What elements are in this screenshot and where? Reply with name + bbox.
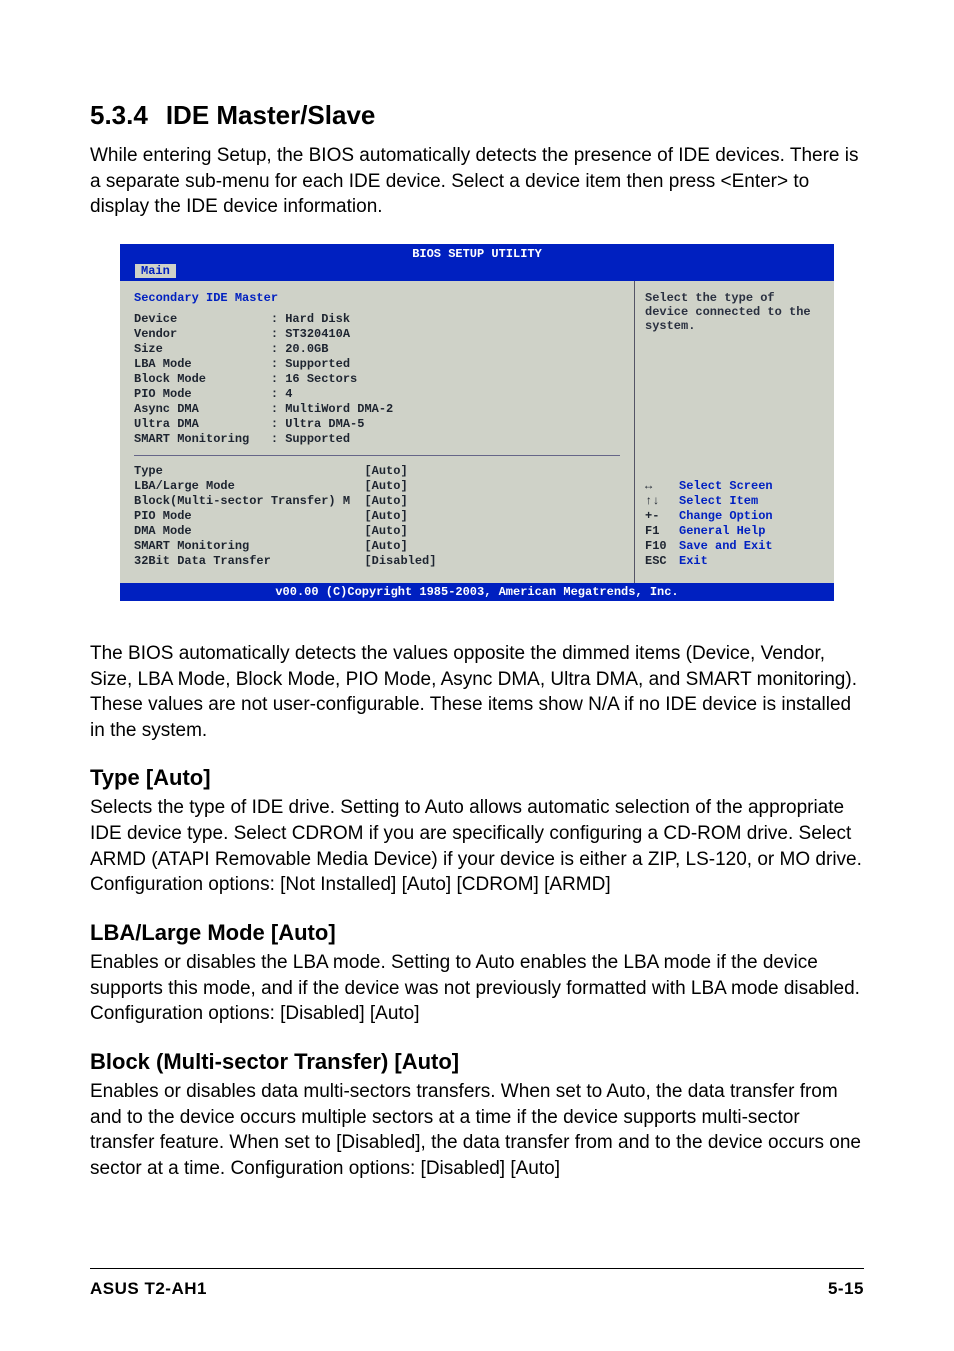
bios-tab-main[interactable]: Main [135,264,176,278]
bios-divider [134,455,620,456]
footer-right: 5-15 [828,1279,864,1299]
bios-subheading: Secondary IDE Master [134,291,620,306]
section-title: IDE Master/Slave [166,100,376,130]
bios-right-pane: Select the type of device connected to t… [634,281,834,583]
bios-key-row: F1General Help [645,524,824,539]
bios-key-row: ESCExit [645,554,824,569]
bios-key: ↔ [645,479,679,494]
bios-info-row: Async DMA : MultiWord DMA-2 [134,402,620,417]
bios-key-row: ↔Select Screen [645,479,824,494]
bios-info-row: PIO Mode : 4 [134,387,620,402]
bios-info-row: LBA Mode : Supported [134,357,620,372]
page-footer: ASUS T2-AH1 5-15 [90,1268,864,1299]
bios-key-label: Save and Exit [679,539,773,553]
bios-key: F10 [645,539,679,554]
bios-key: ↑↓ [645,494,679,509]
bios-setting-row[interactable]: LBA/Large Mode [Auto] [134,479,620,494]
bios-info-row: Vendor : ST320410A [134,327,620,342]
after-bios-paragraph: The BIOS automatically detects the value… [90,641,864,744]
bios-setting-row[interactable]: DMA Mode [Auto] [134,524,620,539]
bios-setting-row[interactable]: SMART Monitoring [Auto] [134,539,620,554]
bios-screenshot: BIOS SETUP UTILITY Main Secondary IDE Ma… [120,244,834,601]
sub-body-type: Selects the type of IDE drive. Setting t… [90,795,864,898]
bios-info-row: Ultra DMA : Ultra DMA-5 [134,417,620,432]
sub-body-block: Enables or disables data multi-sectors t… [90,1079,864,1182]
bios-info-row: SMART Monitoring : Supported [134,432,620,447]
bios-left-pane: Secondary IDE Master Device : Hard DiskV… [120,281,634,583]
bios-key-row: +-Change Option [645,509,824,524]
bios-info-row: Device : Hard Disk [134,312,620,327]
bios-setting-row[interactable]: 32Bit Data Transfer [Disabled] [134,554,620,569]
bios-menubar: Main [120,264,834,281]
sub-heading-type: Type [Auto] [90,765,864,791]
bios-key-label: General Help [679,524,765,538]
bios-title: BIOS SETUP UTILITY [120,244,834,264]
bios-setting-row[interactable]: Type [Auto] [134,464,620,479]
sub-heading-lba: LBA/Large Mode [Auto] [90,920,864,946]
intro-paragraph: While entering Setup, the BIOS automatic… [90,143,864,220]
bios-info-row: Block Mode : 16 Sectors [134,372,620,387]
bios-key-row: ↑↓Select Item [645,494,824,509]
sub-body-lba: Enables or disables the LBA mode. Settin… [90,950,864,1027]
bios-key: F1 [645,524,679,539]
bios-key-label: Change Option [679,509,773,523]
bios-copyright: v00.00 (C)Copyright 1985-2003, American … [120,583,834,601]
bios-help-text: Select the type of device connected to t… [645,291,824,479]
sub-heading-block: Block (Multi-sector Transfer) [Auto] [90,1049,864,1075]
section-number: 5.3.4 [90,100,148,130]
bios-key-label: Exit [679,554,708,568]
bios-key: +- [645,509,679,524]
bios-setting-row[interactable]: Block(Multi-sector Transfer) M [Auto] [134,494,620,509]
bios-setting-row[interactable]: PIO Mode [Auto] [134,509,620,524]
bios-info-row: Size : 20.0GB [134,342,620,357]
bios-key-legend: ↔Select Screen↑↓Select Item+-Change Opti… [645,479,824,569]
section-heading: 5.3.4 IDE Master/Slave [90,100,864,131]
bios-key: ESC [645,554,679,569]
footer-left: ASUS T2-AH1 [90,1279,207,1299]
bios-key-label: Select Screen [679,479,773,493]
bios-key-row: F10Save and Exit [645,539,824,554]
bios-key-label: Select Item [679,494,758,508]
